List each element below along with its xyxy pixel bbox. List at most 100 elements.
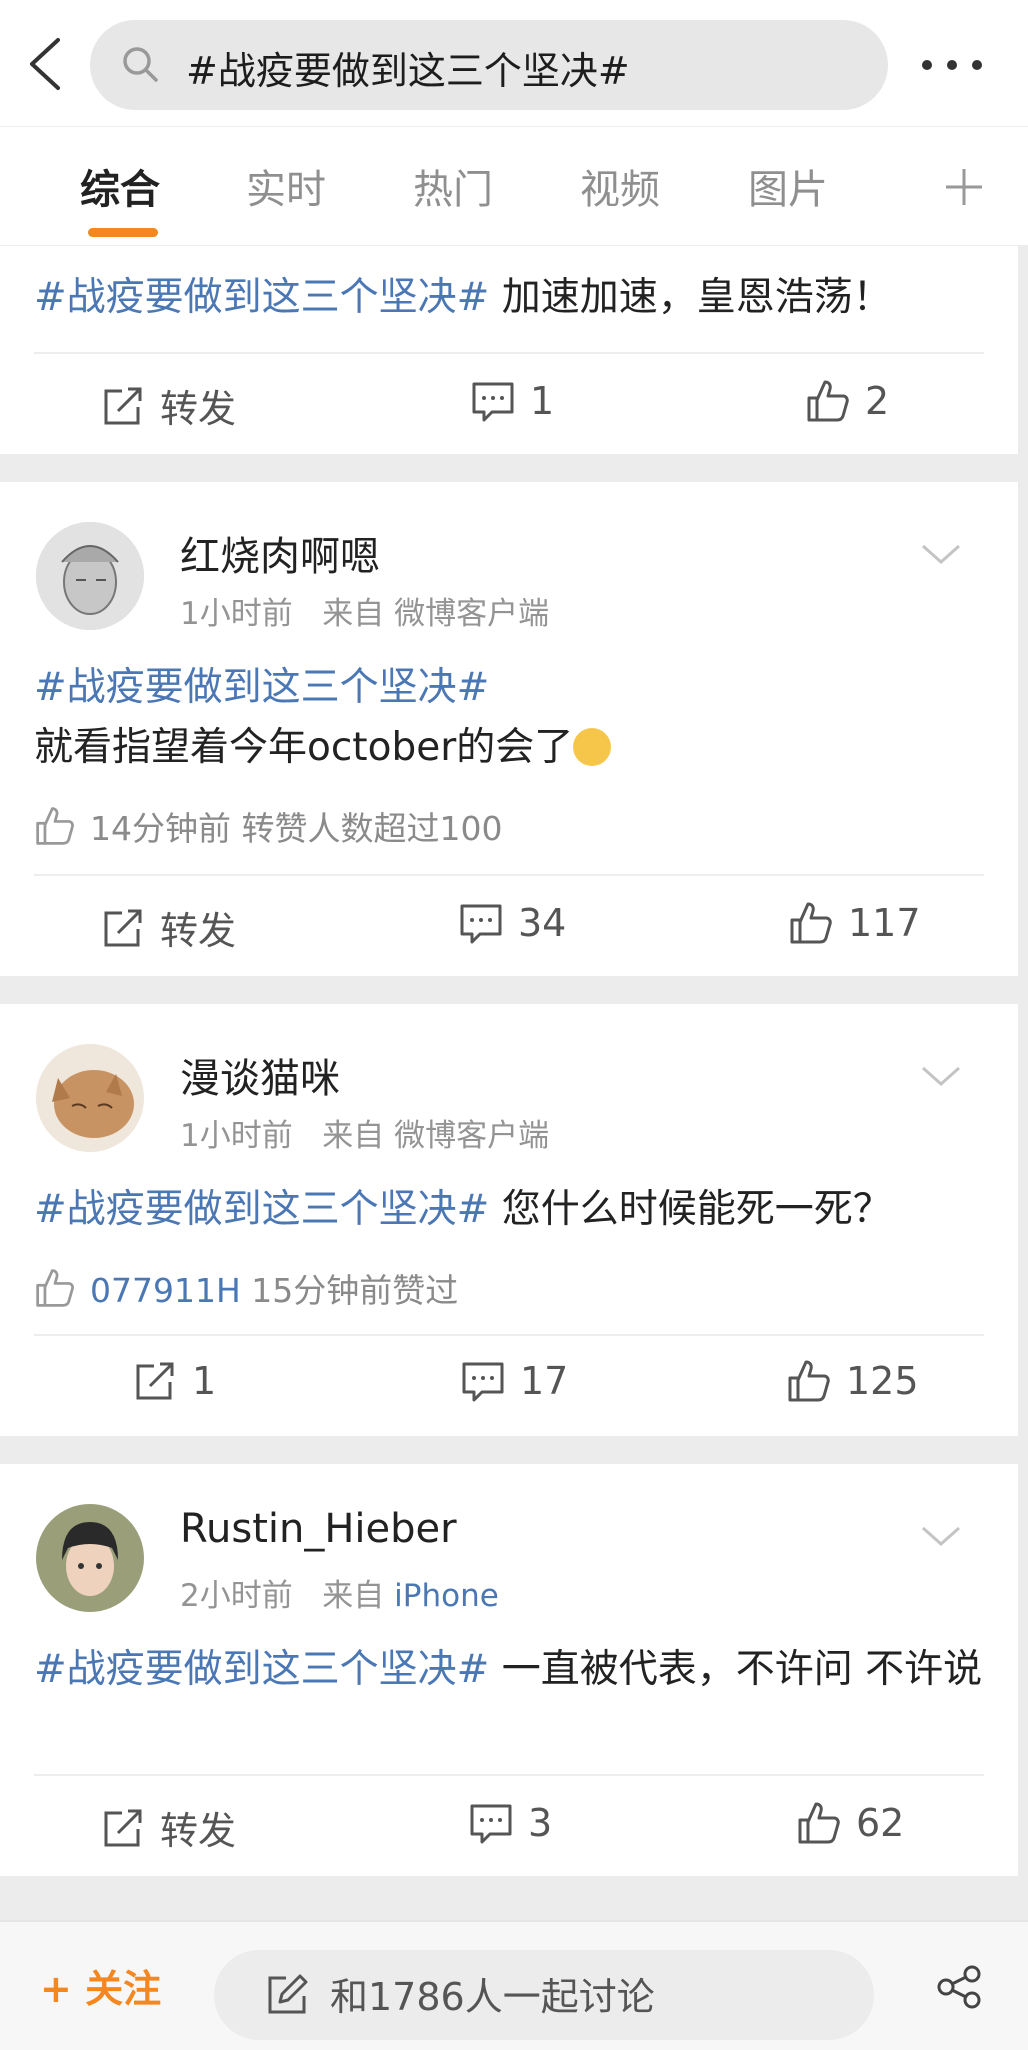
like-info: 14分钟前 转赞人数超过100	[90, 809, 503, 848]
repost-icon	[136, 1362, 174, 1400]
post-time: 2小时前	[180, 1578, 293, 1614]
source-prefix: 来自	[322, 1118, 385, 1154]
repost-label: 转发	[160, 387, 237, 431]
like-button[interactable]: 125	[786, 1358, 919, 1404]
thumbs-up-icon	[36, 807, 74, 845]
post-time: 1小时前	[180, 596, 293, 632]
post-text: 您什么时候能死一死？	[501, 1187, 892, 1232]
avatar[interactable]	[36, 1504, 144, 1612]
like-button[interactable]: 2	[805, 378, 889, 424]
comment-icon	[470, 1804, 512, 1844]
post-card: Rustin_Hieber 2小时前 来自 iPhone #战疫要做到这三个坚决…	[0, 1464, 1018, 1876]
comment-button[interactable]: 3	[468, 1800, 552, 1846]
hashtag-link[interactable]: #战疫要做到这三个坚决#	[34, 275, 489, 320]
like-count: 2	[865, 379, 890, 423]
comment-button[interactable]: 17	[460, 1358, 568, 1404]
source-prefix: 来自	[322, 1578, 385, 1614]
post-meta: 1小时前 来自 微博客户端	[180, 1110, 549, 1155]
post-content: #战疫要做到这三个坚决# 一直被代表，不许问 不许说	[34, 1640, 994, 1700]
hashtag-link[interactable]: #战疫要做到这三个坚决#	[34, 1647, 489, 1692]
liker-link[interactable]: 077911H	[90, 1271, 241, 1310]
like-info: 15分钟前赞过	[251, 1271, 459, 1310]
author-name[interactable]: Rustin_Hieber	[180, 1506, 457, 1552]
add-tab-icon[interactable]	[944, 167, 984, 207]
post-source: 微博客户端	[394, 596, 550, 632]
edit-icon	[268, 1974, 308, 2014]
comment-count: 34	[518, 901, 567, 945]
comment-button[interactable]: 1	[470, 378, 554, 424]
like-button[interactable]: 117	[788, 900, 921, 946]
tab-underline	[88, 228, 158, 237]
repost-icon	[104, 1809, 142, 1846]
repost-count: 1	[192, 1359, 217, 1403]
divider	[34, 874, 984, 876]
search-query: #战疫要做到这三个坚决#	[186, 49, 630, 93]
repost-button[interactable]: 1	[132, 1358, 216, 1404]
back-icon[interactable]	[26, 36, 62, 92]
thumbs-up-icon	[790, 902, 832, 944]
tab-comprehensive[interactable]: 综合	[80, 157, 160, 215]
post-text: 就看指望着今年october的会了	[34, 725, 574, 770]
like-summary: 077911H 15分钟前赞过	[34, 1264, 458, 1312]
chevron-down-icon[interactable]	[919, 1054, 963, 1098]
comment-count: 17	[520, 1359, 569, 1403]
author-name[interactable]: 漫谈猫咪	[180, 1046, 340, 1104]
post-content: #战疫要做到这三个坚决# 就看指望着今年october的会了	[34, 658, 994, 778]
tab-images[interactable]: 图片	[748, 157, 828, 215]
like-count: 125	[846, 1359, 919, 1403]
repost-button[interactable]: 转发	[100, 1800, 236, 1855]
more-icon[interactable]	[920, 58, 984, 72]
repost-label: 转发	[160, 1809, 237, 1853]
top-bar: #战疫要做到这三个坚决#	[0, 0, 1028, 126]
share-icon[interactable]	[934, 1962, 984, 2012]
repost-icon	[104, 387, 142, 424]
thumbs-up-icon	[788, 1360, 830, 1402]
post-card: 漫谈猫咪 1小时前 来自 微博客户端 #战疫要做到这三个坚决# 您什么时候能死一…	[0, 1004, 1018, 1436]
post-content: #战疫要做到这三个坚决# 您什么时候能死一死？	[34, 1180, 994, 1240]
divider	[34, 352, 984, 354]
repost-icon	[104, 909, 142, 946]
comment-icon	[462, 1362, 504, 1402]
tab-video[interactable]: 视频	[580, 157, 660, 215]
divider	[34, 1334, 984, 1336]
author-name[interactable]: 红烧肉啊嗯	[180, 524, 380, 582]
divider	[34, 1774, 984, 1776]
like-button[interactable]: 62	[796, 1800, 904, 1846]
doge-emoji-icon	[573, 728, 612, 766]
source-prefix: 来自	[322, 596, 385, 632]
like-count: 62	[856, 1801, 905, 1845]
repost-label: 转发	[160, 909, 237, 953]
chevron-down-icon[interactable]	[919, 1514, 963, 1558]
post-time: 1小时前	[180, 1118, 293, 1154]
plus-icon: +	[40, 1967, 72, 2011]
follow-button[interactable]: + 关注	[40, 1958, 161, 2013]
comment-icon	[460, 904, 502, 944]
hashtag-link[interactable]: #战疫要做到这三个坚决#	[34, 658, 994, 718]
chevron-down-icon[interactable]	[919, 532, 963, 576]
avatar[interactable]	[36, 1044, 144, 1152]
comment-button[interactable]: 34	[458, 900, 566, 946]
search-icon	[123, 47, 158, 82]
tab-realtime[interactable]: 实时	[246, 157, 326, 215]
comment-count: 1	[530, 379, 555, 423]
post-content: #战疫要做到这三个坚决# 加速加速，皇恩浩荡！	[34, 268, 994, 328]
like-summary: 14分钟前 转赞人数超过100	[34, 802, 502, 850]
repost-button[interactable]: 转发	[100, 900, 236, 955]
avatar[interactable]	[36, 522, 144, 630]
post-source[interactable]: iPhone	[394, 1578, 499, 1614]
comment-icon	[472, 382, 514, 422]
discuss-label: 和1786人一起讨论	[330, 1975, 655, 2019]
thumbs-up-icon	[36, 1269, 74, 1307]
tab-hot[interactable]: 热门	[413, 157, 493, 215]
thumbs-up-icon	[798, 1802, 840, 1844]
post-text: 加速加速，皇恩浩荡！	[501, 275, 892, 320]
repost-button[interactable]: 转发	[100, 378, 236, 433]
hashtag-link[interactable]: #战疫要做到这三个坚决#	[34, 1187, 489, 1232]
thumbs-up-icon	[807, 380, 849, 422]
post-card: #战疫要做到这三个坚决# 加速加速，皇恩浩荡！ 转发 1 2	[0, 246, 1018, 454]
post-card: 红烧肉啊嗯 1小时前 来自 微博客户端 #战疫要做到这三个坚决# 就看指望着今年…	[0, 482, 1018, 976]
follow-label: 关注	[85, 1967, 162, 2011]
search-input[interactable]: #战疫要做到这三个坚决#	[90, 20, 888, 110]
comment-count: 3	[528, 1801, 553, 1845]
post-meta: 2小时前 来自 iPhone	[180, 1570, 499, 1615]
